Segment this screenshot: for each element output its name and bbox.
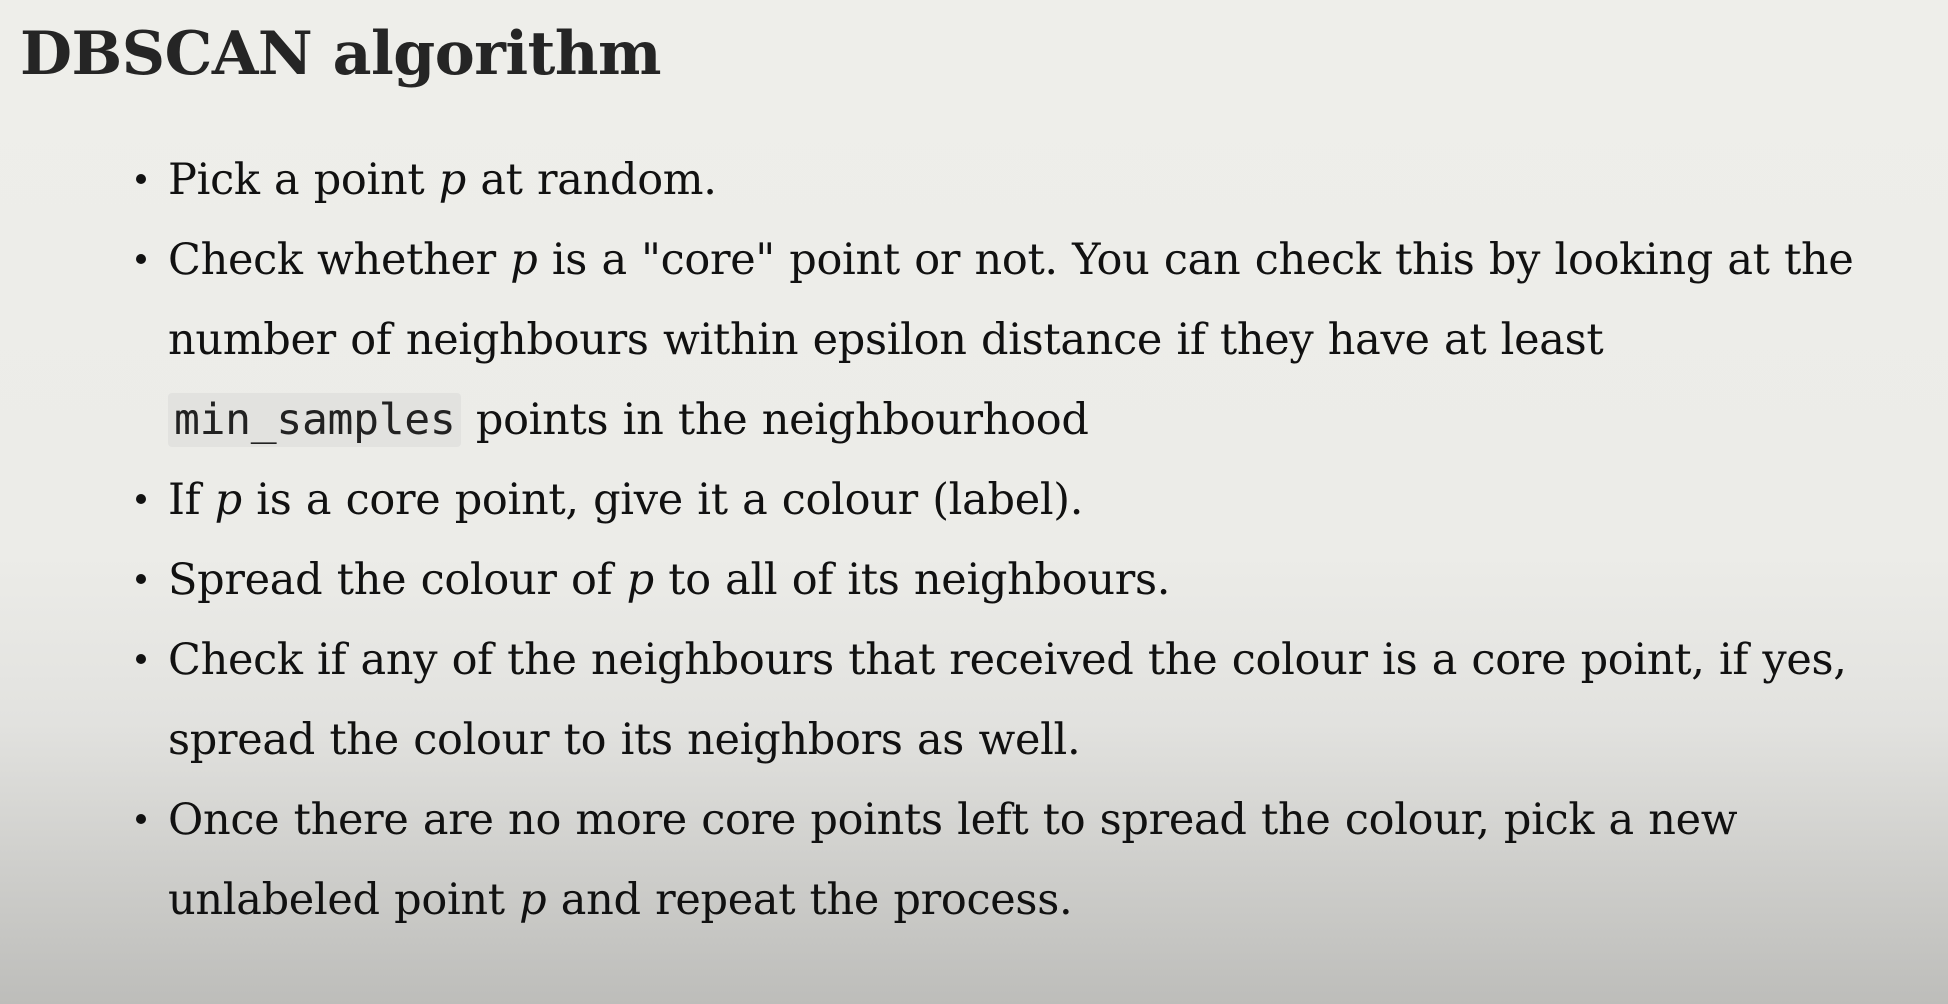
bullet-check-core: Check whether p is a "core" point or not… bbox=[136, 220, 1908, 460]
variable-p: p bbox=[519, 875, 547, 925]
variable-p: p bbox=[438, 155, 467, 205]
code-min-samples: min_samples bbox=[168, 393, 462, 447]
variable-p: p bbox=[626, 555, 655, 605]
bullet-text: to all of its neighbours. bbox=[653, 555, 1171, 605]
bullet-repeat: Once there are no more core points left … bbox=[136, 780, 1908, 940]
bullet-text: is a core point, give it a colour (label… bbox=[241, 475, 1084, 525]
bullet-list: Pick a point p at random. Check whether … bbox=[136, 140, 1908, 940]
bullet-text: at random. bbox=[465, 155, 717, 205]
bullet-pick-point: Pick a point p at random. bbox=[136, 140, 1908, 220]
bullet-text: points in the neighbourhood bbox=[461, 395, 1089, 445]
bullet-check-neighbours: Check if any of the neighbours that rece… bbox=[136, 620, 1908, 780]
bullet-spread-colour: Spread the colour of p to all of its nei… bbox=[136, 540, 1908, 620]
slide-title: DBSCAN algorithm bbox=[20, 19, 661, 89]
bullet-text: Pick a point bbox=[168, 155, 439, 205]
bullet-text: If bbox=[168, 475, 215, 525]
bullet-text: Check whether bbox=[168, 235, 511, 285]
bullet-text: Spread the colour of bbox=[168, 555, 627, 605]
bullet-text: Check if any of the neighbours that rece… bbox=[168, 635, 1847, 765]
slide: DBSCAN algorithm Pick a point p at rando… bbox=[0, 0, 1948, 1004]
variable-p: p bbox=[510, 235, 538, 285]
bullet-text: and repeat the process. bbox=[546, 875, 1073, 925]
bullet-give-colour: If p is a core point, give it a colour (… bbox=[136, 460, 1908, 540]
variable-p: p bbox=[214, 475, 243, 525]
